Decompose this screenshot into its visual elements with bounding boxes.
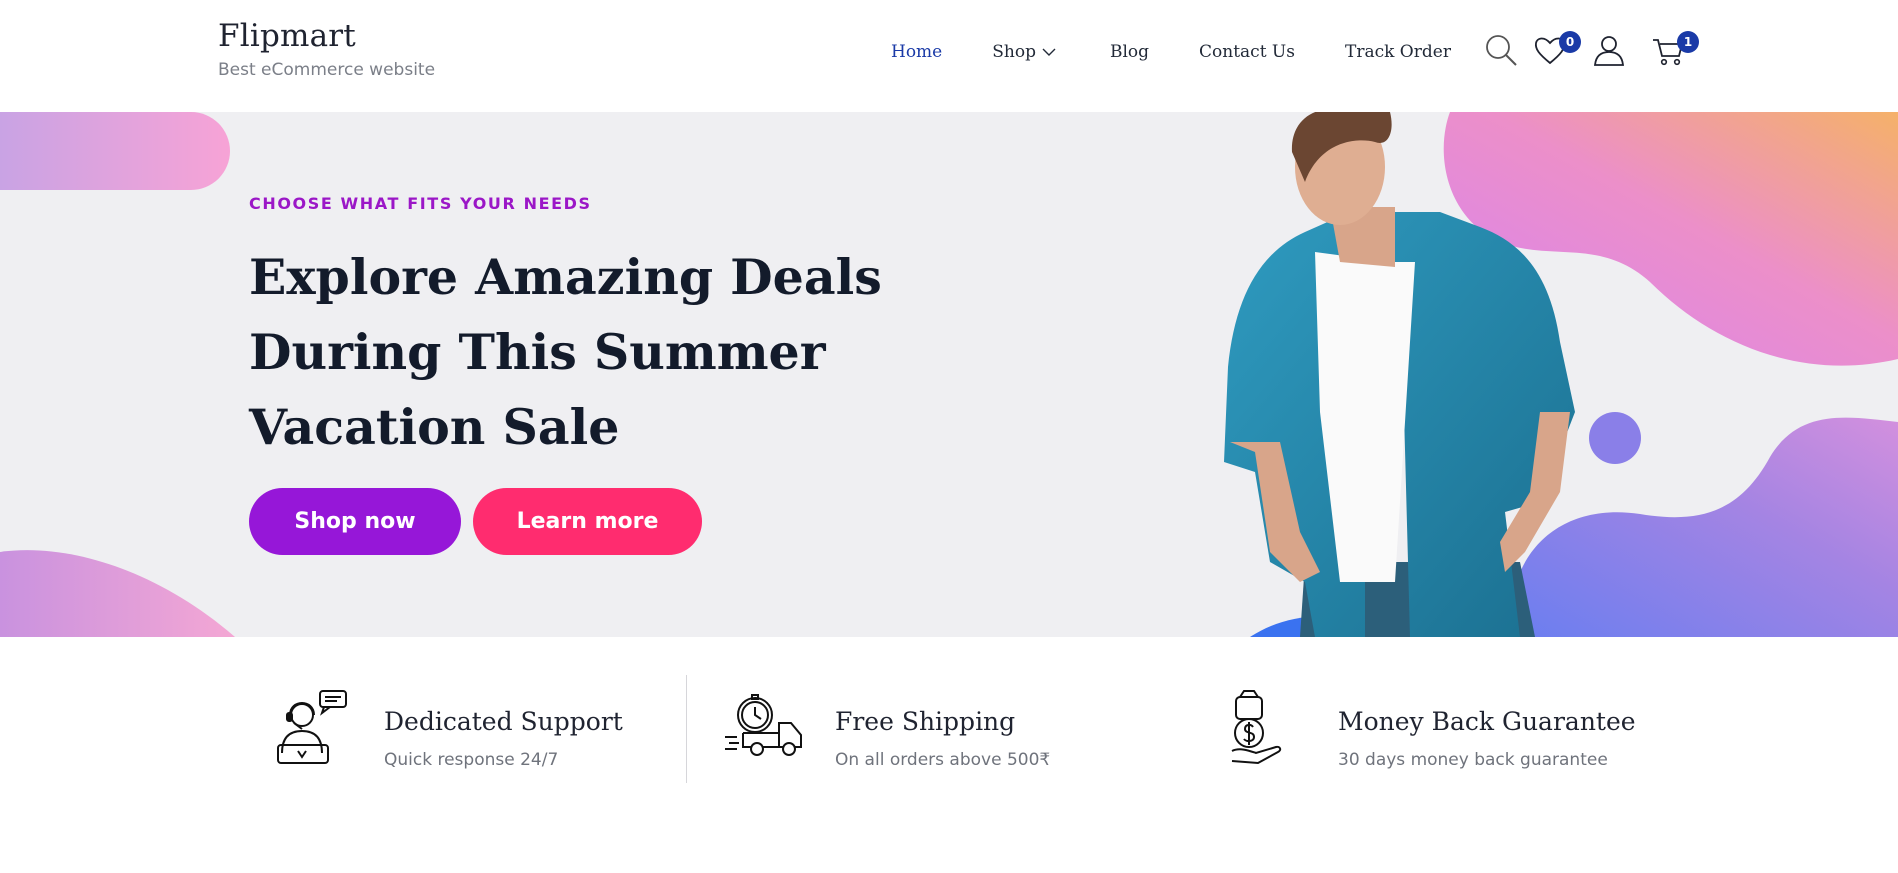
nav-track-order[interactable]: Track Order — [1345, 42, 1451, 62]
search-button[interactable] — [1484, 33, 1520, 69]
feature-subtitle: Quick response 24/7 — [384, 750, 559, 770]
site-header: Flipmart Best eCommerce website Home Sho… — [0, 0, 1898, 112]
heart-icon — [1533, 37, 1567, 71]
nav-contact-us[interactable]: Contact Us — [1199, 42, 1295, 62]
brand[interactable]: Flipmart Best eCommerce website — [218, 18, 435, 80]
main-nav: Home Shop Blog Contact Us Track Order — [891, 42, 1451, 62]
nav-blog[interactable]: Blog — [1110, 42, 1149, 62]
nav-shop-label: Shop — [992, 42, 1036, 62]
feature-title: Money Back Guarantee — [1338, 707, 1636, 736]
cart-icon — [1651, 39, 1685, 71]
feature-subtitle: On all orders above 500₹ — [835, 750, 1051, 770]
brand-tagline: Best eCommerce website — [218, 60, 436, 80]
feature-divider — [686, 675, 687, 783]
wishlist-count-badge: 0 — [1559, 31, 1581, 53]
wishlist-button[interactable]: 0 — [1533, 31, 1581, 71]
feature-item: Money Back Guarantee 30 days money back … — [1226, 689, 1636, 770]
feature-subtitle: 30 days money back guarantee — [1338, 750, 1608, 770]
user-icon — [1592, 36, 1626, 71]
header-tools: 0 1 — [1484, 31, 1700, 71]
hero-banner: CHOOSE WHAT FITS YOUR NEEDS Explore Amaz… — [0, 112, 1898, 637]
account-button[interactable] — [1592, 33, 1628, 69]
support-agent-icon — [272, 689, 350, 767]
feature-title: Dedicated Support — [384, 707, 623, 736]
hero-eyebrow: CHOOSE WHAT FITS YOUR NEEDS — [249, 194, 592, 213]
nav-home[interactable]: Home — [891, 42, 942, 62]
nav-shop[interactable]: Shop — [992, 42, 1056, 62]
brand-name[interactable]: Flipmart — [218, 18, 435, 54]
hero-headline: Explore Amazing Deals During This Summer… — [249, 248, 882, 456]
search-icon — [1484, 35, 1518, 71]
feature-title: Free Shipping — [835, 707, 1016, 736]
cart-count-badge: 1 — [1677, 31, 1699, 53]
delivery-truck-icon — [723, 689, 802, 767]
feature-item: Dedicated Support Quick response 24/7 — [272, 689, 623, 770]
learn-more-button[interactable]: Learn more — [473, 488, 702, 555]
shop-now-button[interactable]: Shop now — [249, 488, 461, 555]
feature-item: Free Shipping On all orders above 500₹ — [723, 689, 1050, 770]
chevron-down-icon — [1042, 42, 1056, 62]
money-back-icon — [1226, 689, 1304, 767]
features-strip: Dedicated Support Quick response 24/7 Fr… — [0, 637, 1898, 873]
cart-button[interactable]: 1 — [1651, 31, 1699, 71]
